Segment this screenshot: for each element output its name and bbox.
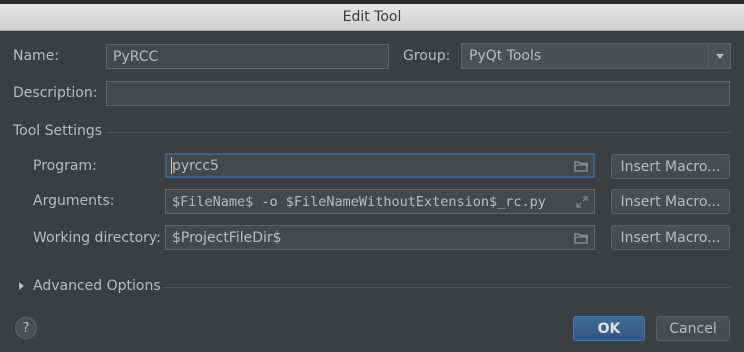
expand-icon[interactable] [576,190,588,213]
insert-macro-working-directory-label: Insert Macro... [620,229,721,246]
ok-label: OK [597,320,621,337]
arguments-value: $FileName$ -o $FileNameWithoutExtension$… [172,193,546,210]
name-label: Name: [13,48,60,64]
group-label: Group: [403,48,451,64]
advanced-options-separator [162,287,730,288]
cancel-button[interactable]: Cancel [656,316,730,341]
group-value: PyQt Tools [469,48,542,64]
cancel-label: Cancel [669,320,717,337]
description-field[interactable] [106,81,730,106]
insert-macro-program-label: Insert Macro... [620,158,721,175]
name-value: PyRCC [113,48,159,65]
window-title: Edit Tool [342,9,402,25]
name-field[interactable]: PyRCC [106,44,389,69]
tool-settings-section-label: Tool Settings [13,123,103,139]
program-field[interactable]: pyrcc5 [165,153,595,178]
help-icon[interactable]: ? [15,317,37,339]
chevron-down-icon[interactable] [708,44,730,68]
title-bar: Edit Tool [0,4,744,31]
arguments-field[interactable]: $FileName$ -o $FileNameWithoutExtension$… [165,189,595,214]
insert-macro-program-button[interactable]: Insert Macro... [611,154,730,179]
ok-button[interactable]: OK [573,316,645,341]
working-directory-value: $ProjectFileDir$ [172,229,282,246]
description-label: Description: [13,85,98,101]
folder-icon[interactable] [574,154,588,177]
program-value: pyrcc5 [172,157,219,174]
insert-macro-arguments-button[interactable]: Insert Macro... [611,189,730,214]
text-caret [171,157,172,174]
group-combobox[interactable]: PyQt Tools [461,43,731,69]
arguments-label: Arguments: [33,193,115,209]
working-directory-label: Working directory: [33,230,161,246]
help-label: ? [22,320,30,336]
insert-macro-working-directory-button[interactable]: Insert Macro... [611,225,730,250]
working-directory-field[interactable]: $ProjectFileDir$ [165,225,595,250]
chevron-right-icon[interactable] [19,282,24,290]
tool-settings-separator [106,132,730,133]
folder-icon[interactable] [574,226,588,249]
insert-macro-arguments-label: Insert Macro... [620,193,721,210]
advanced-options-toggle[interactable]: Advanced Options [33,278,161,294]
program-label: Program: [33,158,97,174]
